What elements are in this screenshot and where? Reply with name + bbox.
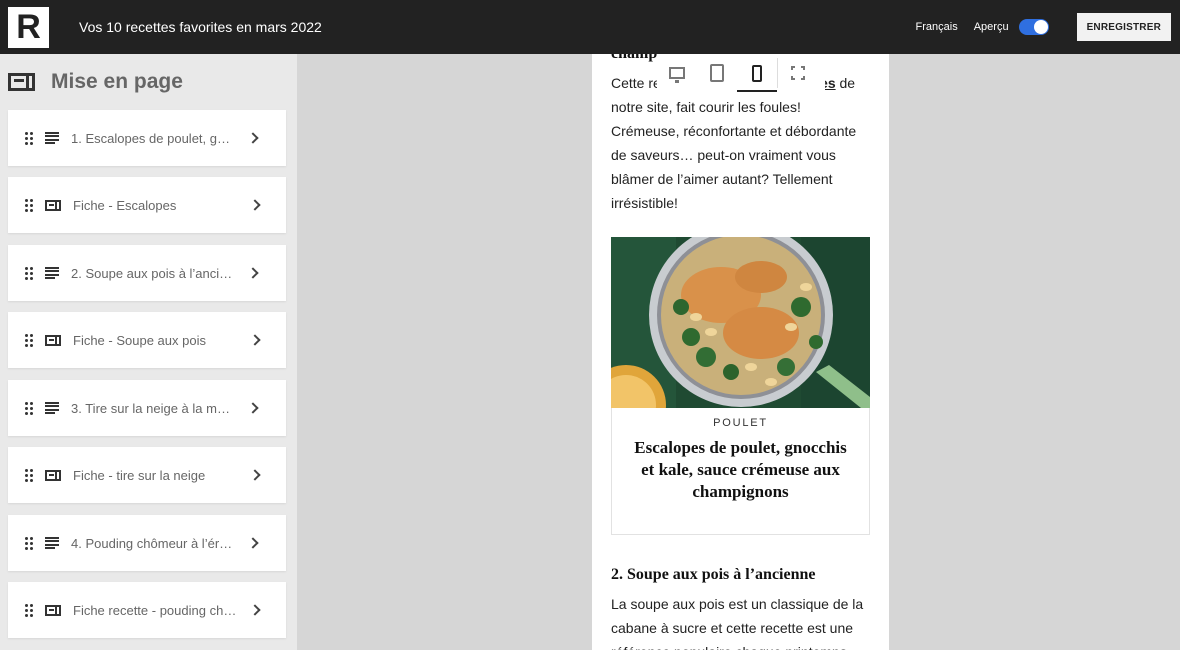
chevron-right-icon (247, 267, 259, 279)
tablet-view-button[interactable] (697, 54, 737, 92)
chevron-right-icon (247, 537, 259, 549)
drag-handle-icon[interactable] (25, 266, 33, 280)
save-button[interactable]: ENREGISTRER (1076, 13, 1171, 41)
layout-icon (8, 73, 35, 91)
drag-handle-icon[interactable] (25, 536, 33, 550)
section-heading-partial: champ (611, 54, 657, 63)
text-block-icon (45, 267, 59, 279)
chevron-right-icon (249, 604, 261, 616)
drag-handle-icon[interactable] (25, 468, 33, 482)
top-bar-actions: Français Aperçu ENREGISTRER (916, 13, 1171, 41)
preview-toggle-label: Aperçu (973, 21, 1009, 33)
sidebar-item-label: Fiche - tire sur la neige (73, 467, 206, 483)
recipe-photo (611, 237, 870, 408)
mobile-preview[interactable]: champ Cette rentes de notre site, fait c… (592, 54, 889, 650)
chevron-right-icon (249, 469, 261, 481)
sidebar-item-label: Fiche - Escalopes (73, 197, 177, 213)
toggle-knob (1033, 20, 1048, 34)
drag-handle-icon[interactable] (25, 603, 33, 617)
logo-letter: R (16, 8, 41, 46)
sidebar-item[interactable]: 2. Soupe aux pois à l’ancienne (8, 245, 286, 301)
fullscreen-button[interactable] (778, 54, 818, 92)
sidebar-item[interactable]: Fiche - Soupe aux pois (8, 312, 286, 368)
sidebar-item-label: 2. Soupe aux pois à l’ancienne (71, 265, 237, 281)
drag-handle-icon[interactable] (25, 333, 33, 347)
chevron-right-icon (249, 334, 261, 346)
chevron-right-icon (247, 402, 259, 414)
device-toolbar (657, 54, 825, 92)
recipe-card-icon (45, 469, 61, 481)
desktop-view-button[interactable] (657, 54, 697, 92)
recipe-card-icon (45, 604, 61, 616)
recipe-card[interactable]: POULET Escalopes de poulet, gnocchis et … (611, 408, 870, 535)
preview-toggle[interactable] (1018, 19, 1049, 35)
recipe-card-icon (45, 334, 61, 346)
desktop-icon (669, 67, 685, 83)
intro-start: Cette re (611, 75, 661, 91)
tablet-icon (710, 64, 724, 82)
chicken-dish-image (611, 237, 870, 408)
section-heading: 2. Soupe aux pois à l’ancienne (611, 566, 816, 583)
chevron-right-icon (247, 132, 259, 144)
drag-handle-icon[interactable] (25, 198, 33, 212)
fullscreen-icon (791, 66, 805, 80)
drag-handle-icon[interactable] (25, 131, 33, 145)
sidebar-item-label: Fiche - Soupe aux pois (73, 332, 206, 348)
sidebar-item-label: 1. Escalopes de poulet, gnocchis et kale… (71, 130, 237, 146)
text-block-icon (45, 402, 59, 414)
app-logo[interactable]: R (8, 6, 49, 48)
sidebar-item[interactable]: Fiche recette - pouding chômeur (8, 582, 286, 638)
recipe-title[interactable]: Escalopes de poulet, gnocchis et kale, s… (630, 437, 851, 503)
chevron-right-icon (249, 199, 261, 211)
sidebar-item[interactable]: 1. Escalopes de poulet, gnocchis et kale… (8, 110, 286, 166)
document-title: Vos 10 recettes favorites en mars 2022 (79, 19, 322, 35)
language-selector[interactable]: Français (916, 21, 958, 33)
text-block-icon (45, 537, 59, 549)
mobile-view-button[interactable] (737, 54, 777, 92)
drag-handle-icon[interactable] (25, 401, 33, 415)
sidebar-item[interactable]: Fiche - Escalopes (8, 177, 286, 233)
sidebar-item-label: Fiche recette - pouding chômeur (73, 602, 239, 618)
sidebar-header: Mise en page (0, 54, 297, 110)
sidebar-title: Mise en page (51, 70, 183, 93)
recipe-card-icon (45, 199, 61, 211)
text-block-icon (45, 132, 59, 144)
sidebar-item[interactable]: 4. Pouding chômeur à l’érable (8, 515, 286, 571)
top-bar: R Vos 10 recettes favorites en mars 2022… (0, 0, 1180, 54)
sidebar-item[interactable]: Fiche - tire sur la neige (8, 447, 286, 503)
phone-icon (752, 64, 762, 82)
intro-paragraph: Cette rentes de notre site, fait courir … (611, 71, 870, 215)
section-paragraph: La soupe aux pois est un classique de la… (611, 596, 864, 650)
intro-rest: de notre site, fait courir les foules! C… (611, 75, 857, 211)
sidebar-item-label: 4. Pouding chômeur à l’érable (71, 535, 237, 551)
sidebar-item-label: 3. Tire sur la neige à la maison (71, 400, 237, 416)
recipe-category: POULET (713, 417, 768, 429)
sidebar-item[interactable]: 3. Tire sur la neige à la maison (8, 380, 286, 436)
